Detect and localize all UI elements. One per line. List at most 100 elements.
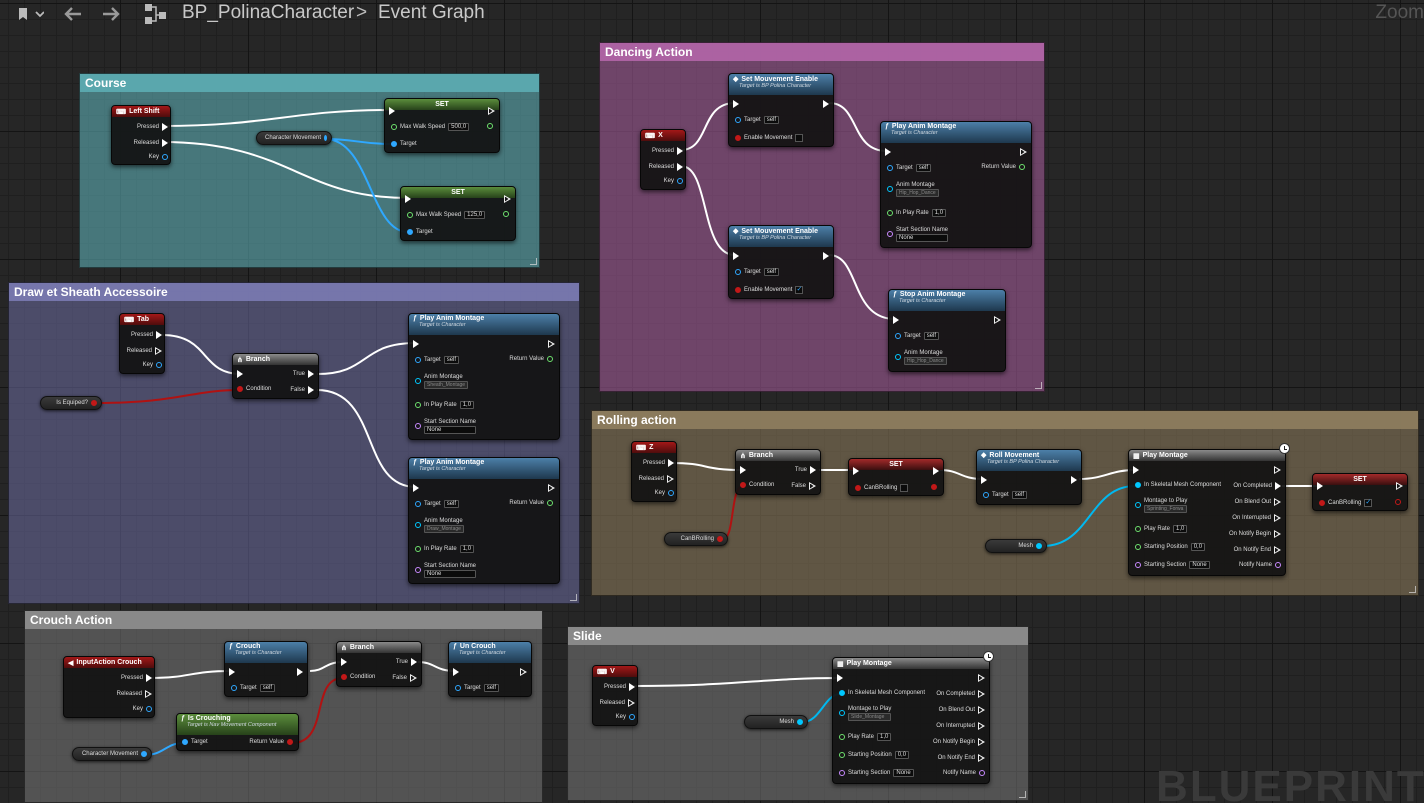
set-node-canbrolling-2[interactable]: SET CanBRolling ✓ — [1312, 473, 1408, 511]
pin-exec-out[interactable] — [1274, 466, 1281, 474]
pin-exec-out[interactable] — [504, 195, 511, 203]
pin-starting-position[interactable]: Starting Position 0,0 — [1135, 543, 1206, 551]
branch-node-rolling[interactable]: ⋔ Branch True Condition False — [735, 449, 821, 495]
pin-key[interactable]: Key — [143, 362, 162, 368]
pin-exec-out[interactable] — [823, 100, 829, 108]
pin-output[interactable] — [931, 484, 937, 490]
checkbox-checked-icon[interactable]: ✓ — [1364, 499, 1373, 507]
var-character-movement-crouch[interactable]: Character Movement — [72, 747, 152, 761]
comment-title[interactable]: Slide — [568, 627, 1028, 645]
pin-start-section[interactable]: Start Section Name None — [415, 419, 477, 434]
pin-exec-in[interactable] — [733, 252, 739, 260]
pin-target[interactable]: Target — [391, 141, 417, 147]
pin-on-blend-out[interactable]: On Blend Out — [939, 706, 985, 714]
pin-key[interactable]: Key — [616, 714, 635, 720]
pin-exec-out[interactable] — [488, 107, 495, 115]
event-node-inputaction-crouch[interactable]: ◀ InputAction Crouch Pressed Released Key — [63, 656, 155, 718]
pin-max-walk-speed[interactable]: Max Walk Speed 125,0 — [407, 211, 486, 219]
pin-canbrolling[interactable]: CanBRolling — [855, 484, 909, 492]
data-pin-icon[interactable] — [324, 135, 327, 141]
pin-pressed[interactable]: Pressed — [652, 147, 683, 155]
pin-in-play-rate[interactable]: In Play Rate 1,0 — [415, 401, 475, 409]
pin-on-blend-out[interactable]: On Blend Out — [1235, 498, 1281, 506]
pin-exec-in[interactable] — [453, 668, 459, 676]
pin-pressed[interactable]: Pressed — [604, 683, 635, 691]
event-node-z[interactable]: ⌨ Z Pressed Released Key — [631, 441, 677, 502]
pin-on-notify-begin[interactable]: On Notify Begin — [1229, 530, 1281, 538]
resize-handle[interactable] — [1019, 791, 1026, 798]
pin-exec-in[interactable] — [389, 107, 395, 115]
pin-starting-section[interactable]: Starting Section None — [1135, 561, 1210, 569]
bookmark-button[interactable] — [10, 2, 48, 26]
pin-exec-out[interactable] — [1396, 482, 1403, 490]
pin-exec-out[interactable] — [978, 674, 985, 682]
forward-button[interactable] — [100, 2, 122, 26]
data-pin-icon[interactable] — [1036, 543, 1042, 549]
pin-on-notify-begin[interactable]: On Notify Begin — [933, 738, 985, 746]
pin-released[interactable]: Released — [649, 163, 683, 171]
pin-released[interactable]: Released — [639, 475, 674, 483]
pin-notify-name[interactable]: Notify Name — [943, 770, 985, 776]
back-button[interactable] — [62, 2, 84, 26]
pin-starting-position[interactable]: Starting Position 0,0 — [839, 751, 910, 759]
pin-return-value[interactable]: Return Value — [509, 356, 553, 362]
montage-dropdown[interactable]: Draw_Montage — [424, 525, 464, 533]
pin-in-play-rate[interactable]: In Play Rate 1,0 — [887, 209, 947, 217]
pin-exec-in[interactable] — [413, 484, 419, 492]
var-mesh-rolling[interactable]: Mesh — [985, 539, 1047, 553]
montage-dropdown[interactable]: Hip_Hop_Dance — [904, 357, 947, 365]
pin-pressed[interactable]: Pressed — [643, 459, 674, 467]
pin-on-interrupted[interactable]: On Interrupted — [936, 722, 985, 730]
event-node-v[interactable]: ⌨ V Pressed Released Key — [592, 665, 638, 726]
pin-on-completed[interactable]: On Completed — [1233, 482, 1281, 490]
comment-title[interactable]: Crouch Action — [25, 611, 542, 629]
pin-montage-to-play[interactable]: Montage to Play Sprinting_Forwa — [1135, 498, 1188, 513]
pin-true[interactable]: True — [293, 370, 314, 378]
pin-start-section[interactable]: Start Section Name None — [415, 563, 477, 578]
var-canbrolling[interactable]: CanBRolling — [664, 532, 728, 546]
play-montage-slide[interactable]: ▦ Play Montage In Skeletal Mesh Component… — [832, 657, 990, 784]
pin-exec-in[interactable] — [837, 674, 843, 682]
set-movement-enable-2[interactable]: ◆ Set Mouvement Enable Target is BP Polina… — [728, 225, 834, 299]
checkbox-checked-icon[interactable]: ✓ — [795, 286, 804, 294]
pin-exec-out[interactable] — [548, 340, 555, 348]
pin-exec-out[interactable] — [520, 668, 527, 676]
is-crouching-node[interactable]: ƒ Is Crouching Target is Nav Movement Comp… — [176, 713, 299, 751]
play-anim-montage-sheath[interactable]: ƒ Play Anim Montage Target is Character Ta… — [408, 313, 560, 440]
pin-exec-in[interactable] — [981, 476, 987, 484]
crouch-node[interactable]: ƒ Crouch Target is Character Target self — [224, 641, 308, 697]
uncrouch-node[interactable]: ƒ Un Crouch Target is Character Target self — [448, 641, 532, 697]
pin-target[interactable]: Target self — [231, 684, 276, 692]
play-anim-montage-dance[interactable]: ƒ Play Anim Montage Target is Character Ta… — [880, 121, 1032, 248]
event-node-tab[interactable]: ⌨ Tab Pressed Released Key — [119, 313, 165, 374]
pin-exec-in[interactable] — [341, 658, 347, 666]
pin-exec-in[interactable] — [733, 100, 739, 108]
pin-false[interactable]: False — [392, 674, 417, 682]
montage-dropdown[interactable]: Slide_Montage — [848, 713, 892, 721]
pin-true[interactable]: True — [795, 466, 816, 474]
pin-play-rate[interactable]: Play Rate 1,0 — [1135, 525, 1188, 533]
pin-in-play-rate[interactable]: In Play Rate 1,0 — [415, 545, 475, 553]
var-mesh-slide[interactable]: Mesh — [744, 715, 808, 729]
set-node-max-walk-speed-2[interactable]: SET Max Walk Speed 125,0 Target — [400, 186, 516, 241]
branch-node-crouch[interactable]: ⋔ Branch True Condition False — [336, 641, 422, 687]
set-node-canbrolling-1[interactable]: SET CanBRolling — [848, 458, 944, 496]
pin-exec-out[interactable] — [1071, 476, 1077, 484]
pin-released[interactable]: Released — [600, 699, 635, 707]
roll-movement-node[interactable]: ◆ Roll Movement Target is BP Polina Charac… — [976, 449, 1082, 505]
pin-target[interactable]: Target — [182, 739, 208, 745]
pin-enable-movement[interactable]: Enable Movement ✓ — [735, 286, 804, 294]
pin-exec-out[interactable] — [297, 668, 303, 676]
pin-return-value[interactable]: Return Value — [509, 500, 553, 506]
pin-released[interactable]: Released — [134, 139, 168, 147]
pin-in-skeletal-mesh[interactable]: In Skeletal Mesh Component — [839, 690, 925, 696]
pin-exec-in[interactable] — [413, 340, 419, 348]
pin-key[interactable]: Key — [133, 706, 152, 712]
pin-exec-in[interactable] — [237, 370, 243, 378]
pin-exec-out[interactable] — [994, 316, 1001, 324]
resize-handle[interactable] — [1035, 382, 1042, 389]
pin-released[interactable]: Released — [127, 347, 162, 355]
pin-on-interrupted[interactable]: On Interrupted — [1232, 514, 1281, 522]
pin-exec-in[interactable] — [1133, 466, 1139, 474]
pin-exec-in[interactable] — [893, 316, 899, 324]
